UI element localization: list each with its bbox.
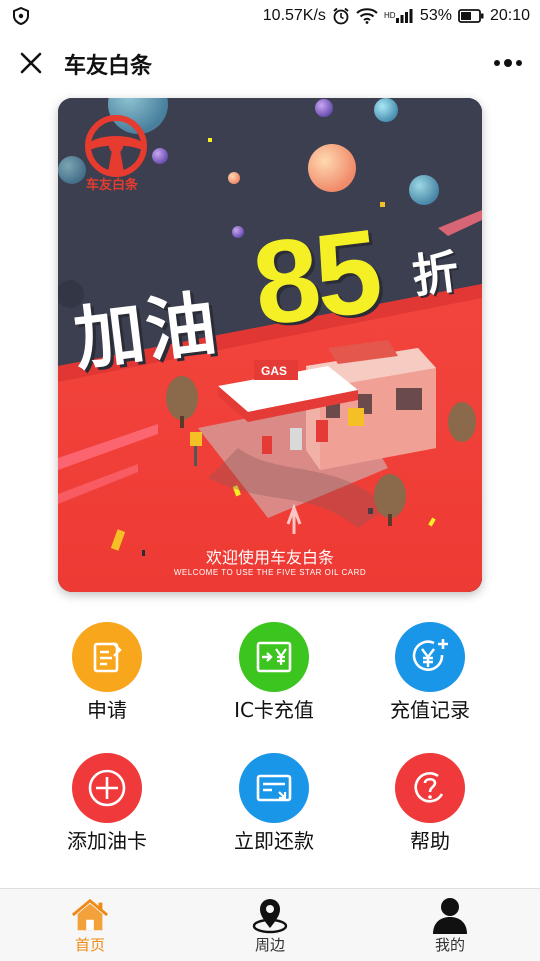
question-icon <box>395 753 465 823</box>
wifi-icon <box>356 8 378 24</box>
battery-percent: 53% <box>419 7 452 24</box>
tab-label: 我的 <box>434 936 465 954</box>
menu-label: IC卡充值 <box>234 698 314 722</box>
menu-label: 申请 <box>87 698 127 722</box>
banner-welcome-text: 欢迎使用车友白条 <box>205 548 334 567</box>
card-repay-icon <box>239 753 309 823</box>
location-pin-icon <box>250 895 290 935</box>
more-icon <box>494 60 500 66</box>
banner-headline: 加油 <box>69 282 223 382</box>
shield-icon <box>12 6 30 26</box>
home-icon <box>70 895 110 935</box>
banner-discount-unit: 折 <box>409 244 462 304</box>
close-button[interactable] <box>14 46 48 80</box>
menu-label: 添加油卡 <box>67 829 147 853</box>
tab-label: 周边 <box>254 936 285 954</box>
tab-mine[interactable]: 我的 <box>360 889 540 961</box>
clock-time: 20:10 <box>489 7 530 24</box>
network-speed: 10.57K/s <box>262 7 326 24</box>
circle-plus-icon <box>72 753 142 823</box>
tab-label: 首页 <box>74 936 105 954</box>
tab-bar: 首页 周边 我的 <box>0 888 540 961</box>
menu-item-repay[interactable]: 立即还款 <box>199 753 349 863</box>
signal-icon: HD <box>384 8 414 24</box>
menu-item-recharge-records[interactable]: 充值记录 <box>355 622 505 732</box>
close-icon <box>20 52 42 74</box>
menu-label: 充值记录 <box>390 698 470 722</box>
promo-banner[interactable]: GAS 车友白条 85 加油 折 欢迎使用车友白条 WELCOME TO USE… <box>58 98 482 592</box>
battery-icon <box>458 9 484 23</box>
status-bar: 10.57K/s HD 53% 20:10 <box>0 0 540 32</box>
menu-item-add-card[interactable]: 添加油卡 <box>32 753 182 863</box>
gas-sign-text: GAS <box>261 364 287 378</box>
menu-item-apply[interactable]: 申请 <box>32 622 182 732</box>
document-edit-icon <box>72 622 142 692</box>
banner-discount-number: 85 <box>246 204 385 352</box>
card-yen-icon <box>239 622 309 692</box>
more-button[interactable] <box>490 48 526 78</box>
user-icon <box>430 895 470 935</box>
tab-home[interactable]: 首页 <box>0 889 180 961</box>
menu-item-help[interactable]: 帮助 <box>355 753 505 863</box>
menu-item-ic-recharge[interactable]: IC卡充值 <box>199 622 349 732</box>
menu-label: 帮助 <box>410 829 450 853</box>
alarm-icon <box>332 7 350 25</box>
page-title: 车友白条 <box>64 54 153 79</box>
title-bar: 车友白条 <box>0 32 540 94</box>
tab-nearby[interactable]: 周边 <box>180 889 360 961</box>
banner-logo-text: 车友白条 <box>86 178 139 193</box>
menu-label: 立即还款 <box>234 829 314 853</box>
yen-plus-icon <box>395 622 465 692</box>
svg-text:HD: HD <box>384 11 396 20</box>
banner-welcome-text-en: WELCOME TO USE THE FIVE STAR OIL CARD <box>173 568 367 577</box>
